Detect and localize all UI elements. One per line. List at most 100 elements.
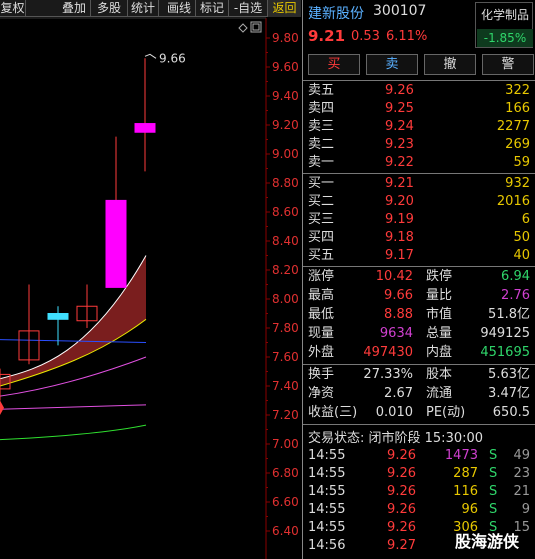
- order-price: 9.23: [385, 137, 414, 152]
- stock-change-pct: 6.11%: [386, 29, 428, 44]
- reference-line: [0, 339, 147, 343]
- transaction-row: 14:55 9.26 96 S 9: [303, 501, 535, 519]
- sector-box[interactable]: 化学制品 -1.85%: [475, 2, 533, 48]
- tb-multi-stock[interactable]: 多股: [91, 0, 128, 17]
- order-price: 9.26: [385, 83, 414, 98]
- order-label: 卖四: [308, 101, 335, 116]
- sell-order-row[interactable]: 卖五 9.26 322: [303, 82, 535, 100]
- order-volume: 2277: [496, 119, 530, 134]
- tb-watchlist[interactable]: -自选: [229, 0, 268, 17]
- stat-label: 收益(三): [308, 405, 358, 420]
- stat-label: 股本: [426, 367, 453, 382]
- chart-toolbar: 复权 叠加 多股 统计 画线 标记 -自选 返回: [0, 0, 301, 17]
- transaction-row: 14:55 9.26 116 S 21: [303, 483, 535, 501]
- order-volume: 40: [513, 248, 530, 263]
- sell-order-row[interactable]: 卖二 9.23 269: [303, 136, 535, 154]
- return-button[interactable]: 返回: [268, 0, 301, 17]
- tx-price: 9.27: [387, 538, 416, 553]
- stat-label: 量比: [426, 288, 453, 303]
- y-tick-label: 9.60: [272, 60, 299, 74]
- sell-order-row[interactable]: 卖三 9.24 2277: [303, 118, 535, 136]
- buy-order-row[interactable]: 买二 9.20 2016: [303, 193, 535, 211]
- tx-price: 9.26: [387, 502, 416, 517]
- tb-mark[interactable]: 标记: [196, 0, 229, 17]
- stock-code: 300107: [373, 3, 427, 19]
- stat-label: 内盘: [426, 345, 453, 360]
- y-tick-label: 6.60: [272, 495, 299, 509]
- stat-value: 51.8亿: [488, 307, 530, 322]
- stat-label: 净资: [308, 386, 335, 401]
- buy-order-row[interactable]: 买三 9.19 6: [303, 211, 535, 229]
- tb-overlay[interactable]: 叠加: [58, 0, 91, 17]
- divider: [303, 424, 535, 425]
- tb-draw-line[interactable]: 画线: [163, 0, 196, 17]
- y-tick-label: 8.80: [272, 176, 299, 190]
- tx-volume: 116: [453, 484, 478, 499]
- stock-price: 9.21: [308, 27, 346, 45]
- order-price: 9.21: [385, 176, 414, 191]
- stock-name[interactable]: 建新股份: [308, 3, 364, 23]
- tx-side: S: [489, 448, 498, 463]
- y-tick-label: 9.20: [272, 118, 299, 132]
- order-volume: 59: [513, 155, 530, 170]
- stat-label: 换手: [308, 367, 335, 382]
- buy-order-row[interactable]: 买四 9.18 50: [303, 229, 535, 247]
- stat-value: 9.66: [384, 288, 413, 303]
- buy-order-row[interactable]: 买一 9.21 932: [303, 175, 535, 193]
- watermark: 股海游侠: [455, 532, 520, 551]
- sector-change: -1.85%: [477, 29, 533, 47]
- alert-button[interactable]: 警: [482, 54, 534, 75]
- order-volume: 166: [505, 101, 530, 116]
- stat-row: 收益(三) 0.010 PE(动) 650.5: [303, 404, 535, 422]
- divider: [303, 173, 535, 174]
- trade-status: 交易状态: 闭市阶段 15:30:00: [308, 431, 484, 446]
- kline-chart[interactable]: 9.80 9.60 9.40 9.20 9.00 8.80 8.60 8.40 8.20 8.00…: [0, 0, 302, 559]
- tx-side: S: [489, 466, 498, 481]
- stat-label: 市值: [426, 307, 453, 322]
- stat-label: 外盘: [308, 345, 335, 360]
- y-tick-label: 7.60: [272, 350, 299, 364]
- stat-row: 净资 2.67 流通 3.47亿: [303, 385, 535, 403]
- tx-time: 14:55: [308, 520, 346, 535]
- tx-count: 23: [513, 466, 530, 481]
- stat-label: 现量: [308, 326, 335, 341]
- stat-value: 8.88: [384, 307, 413, 322]
- order-price: 9.18: [385, 230, 414, 245]
- order-label: 买一: [308, 176, 335, 191]
- tb-restore-rights[interactable]: 复权: [0, 0, 26, 17]
- y-tick-label: 7.40: [272, 379, 299, 393]
- tx-volume: 1473: [444, 448, 478, 463]
- tx-count: 9: [521, 502, 530, 517]
- stat-label: 流通: [426, 386, 453, 401]
- y-tick-label: 8.20: [272, 263, 299, 277]
- y-tick-label: 7.20: [272, 408, 299, 422]
- stat-label: 涨停: [308, 269, 335, 284]
- y-tick-label: 6.40: [272, 524, 299, 538]
- order-volume: 322: [505, 83, 530, 98]
- stat-label: PE(动): [426, 405, 466, 420]
- order-price: 9.20: [385, 194, 414, 209]
- kline-svg[interactable]: 9.80 9.60 9.40 9.20 9.00 8.80 8.60 8.40 8.20 8.00…: [0, 0, 302, 559]
- tx-price: 9.26: [387, 520, 416, 535]
- candle-body: [47, 313, 69, 320]
- sell-order-row[interactable]: 卖四 9.25 166: [303, 100, 535, 118]
- y-tick-label: 8.60: [272, 205, 299, 219]
- order-price: 9.25: [385, 101, 414, 116]
- sell-order-row[interactable]: 卖一 9.22 59: [303, 154, 535, 172]
- stat-label: 最低: [308, 307, 335, 322]
- stat-value: 451695: [480, 345, 530, 360]
- stat-value: 10.42: [375, 269, 413, 284]
- buy-order-row[interactable]: 买五 9.17 40: [303, 247, 535, 265]
- order-volume: 932: [505, 176, 530, 191]
- tx-volume: 287: [453, 466, 478, 481]
- high-marker: [144, 53, 157, 59]
- buy-button[interactable]: 买: [308, 54, 360, 75]
- y-tick-label: 9.80: [272, 31, 299, 45]
- tx-count: 21: [513, 484, 530, 499]
- order-volume: 269: [505, 137, 530, 152]
- candle-body: [134, 123, 156, 133]
- stat-value: 949125: [480, 326, 530, 341]
- cancel-order-button[interactable]: 撤: [424, 54, 476, 75]
- tb-statistics[interactable]: 统计: [128, 0, 159, 17]
- sell-button[interactable]: 卖: [366, 54, 418, 75]
